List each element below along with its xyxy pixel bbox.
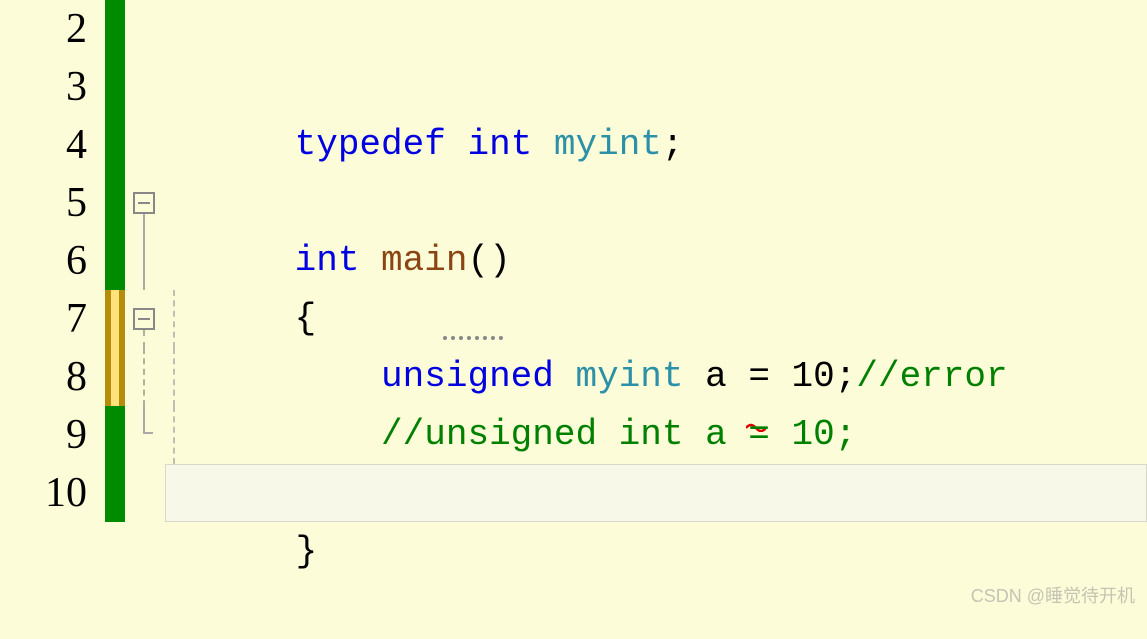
fold-line [125,348,165,406]
change-marker-green [105,406,125,464]
line-number: 5 [0,174,87,232]
change-marker-green [105,174,125,232]
error-squiggle-icon [573,336,593,346]
code-line[interactable]: int main() [165,174,1147,232]
code-line[interactable]: typedef int myint; [165,58,1147,116]
fold-spacer [125,464,165,522]
indent-guide [173,406,175,464]
fold-spacer [125,116,165,174]
code-content[interactable]: typedef int myint; int main() { unsigned… [165,0,1147,618]
code-line[interactable] [165,116,1147,174]
code-line[interactable] [165,0,1147,58]
change-marker-green [105,0,125,58]
line-number: 2 [0,0,87,58]
change-marker-bar [105,0,125,618]
line-number: 8 [0,348,87,406]
code-editor: 2 3 4 5 6 7 8 9 10 [0,0,1147,618]
change-marker-yellow [105,348,125,406]
brace: } [296,531,318,572]
line-number: 9 [0,406,87,464]
code-line-current[interactable]: } [165,464,1147,522]
code-line[interactable]: //unsigned int a = 10; [165,348,1147,406]
code-line[interactable]: { [165,232,1147,290]
minus-icon [133,192,155,214]
change-marker-green [105,464,125,522]
fold-spacer [125,58,165,116]
fold-line [125,232,165,290]
fold-toggle[interactable] [125,174,165,232]
code-line[interactable]: return 0; [165,406,1147,464]
line-number: 7 [0,290,87,348]
fold-column [125,0,165,618]
warning-underline-icon [443,336,503,340]
change-marker-green [105,58,125,116]
fold-spacer [125,0,165,58]
change-marker-yellow [105,290,125,348]
line-number: 4 [0,116,87,174]
line-number: 6 [0,232,87,290]
watermark: CSDN @睡觉待开机 [971,582,1135,608]
indent-guide [173,290,175,348]
fold-toggle[interactable] [125,290,165,348]
indent-guide [173,348,175,406]
change-marker-green [105,116,125,174]
minus-icon [133,308,155,330]
line-number: 10 [0,464,87,522]
line-number-gutter: 2 3 4 5 6 7 8 9 10 [0,0,105,618]
fold-line [125,406,165,464]
change-marker-green [105,232,125,290]
code-line[interactable]: unsigned myint a = 10;//error [165,290,1147,348]
line-number: 3 [0,58,87,116]
